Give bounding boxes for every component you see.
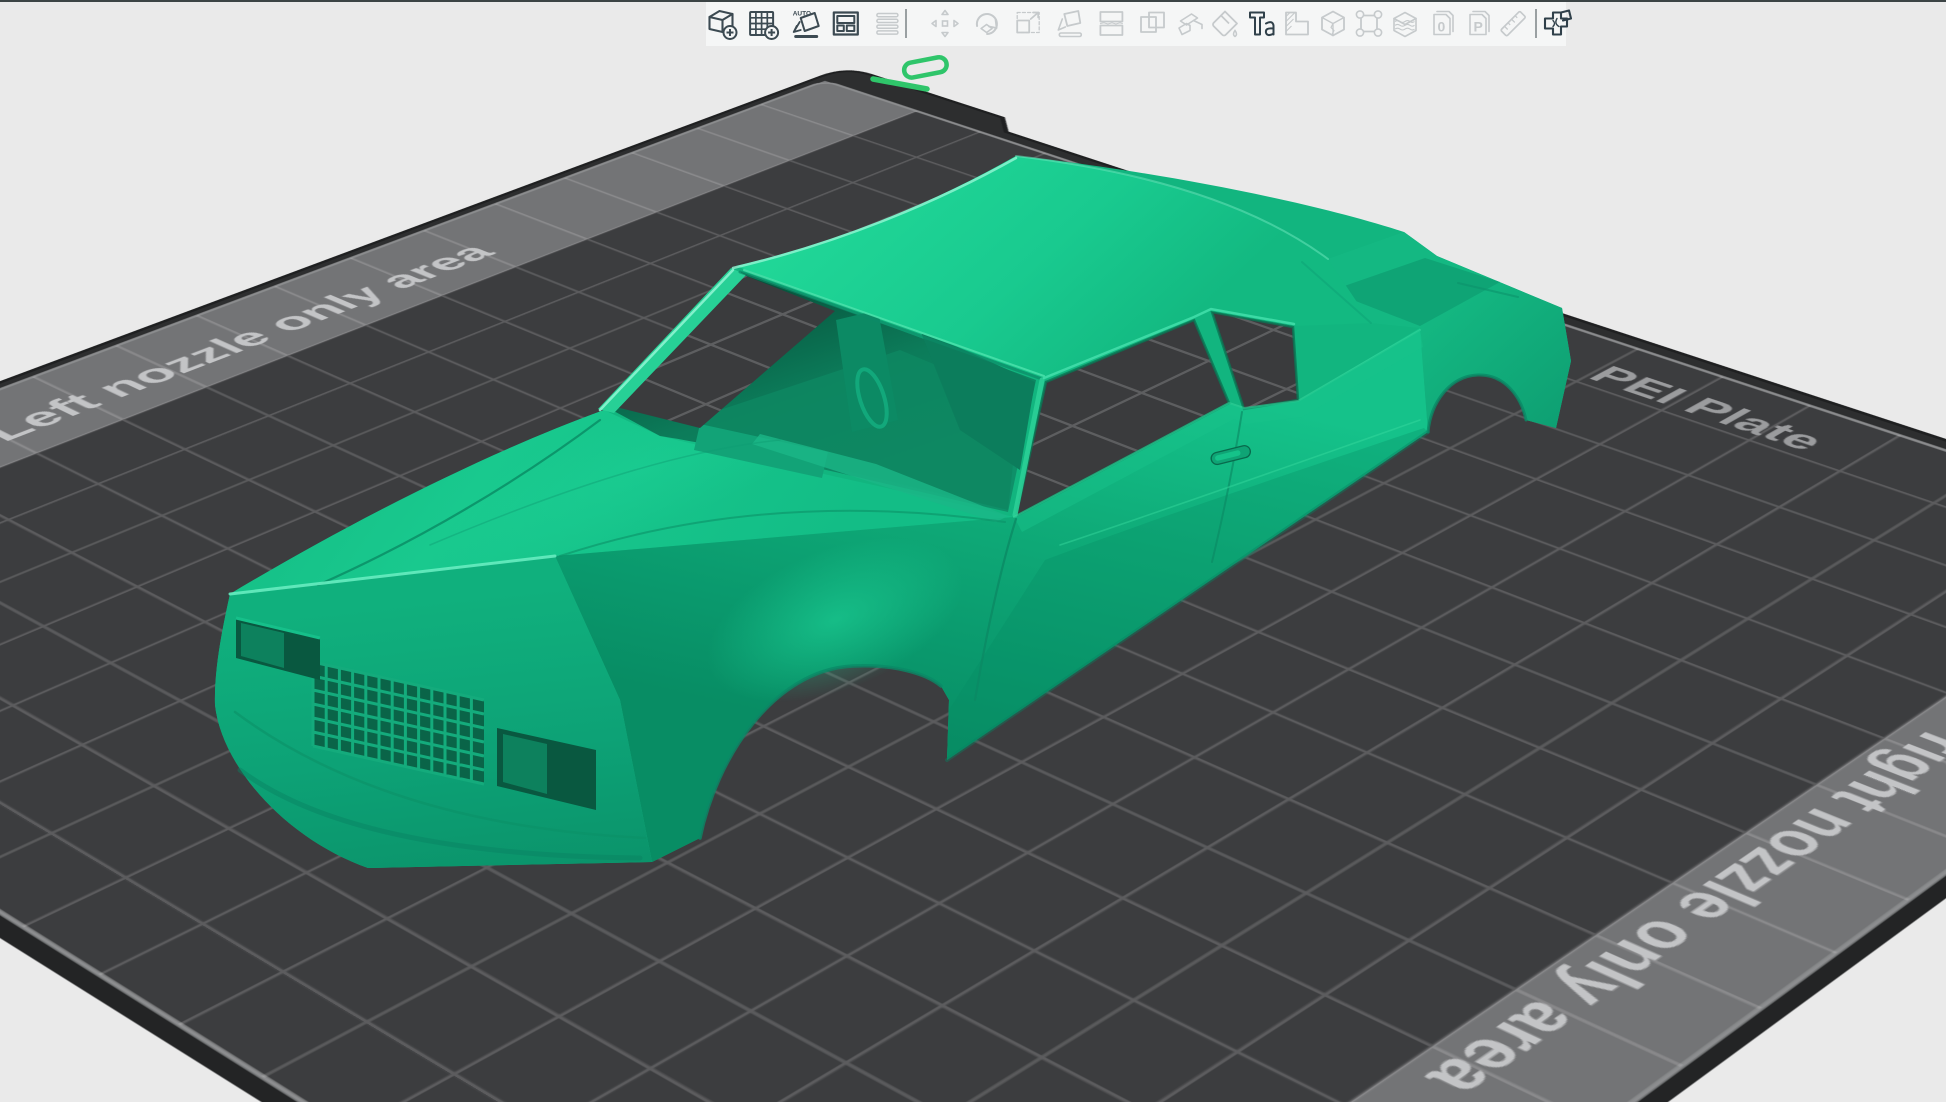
svg-text:P: P <box>1474 19 1483 35</box>
svg-text:0: 0 <box>1438 19 1446 35</box>
svg-text:AUTO: AUTO <box>793 11 811 18</box>
